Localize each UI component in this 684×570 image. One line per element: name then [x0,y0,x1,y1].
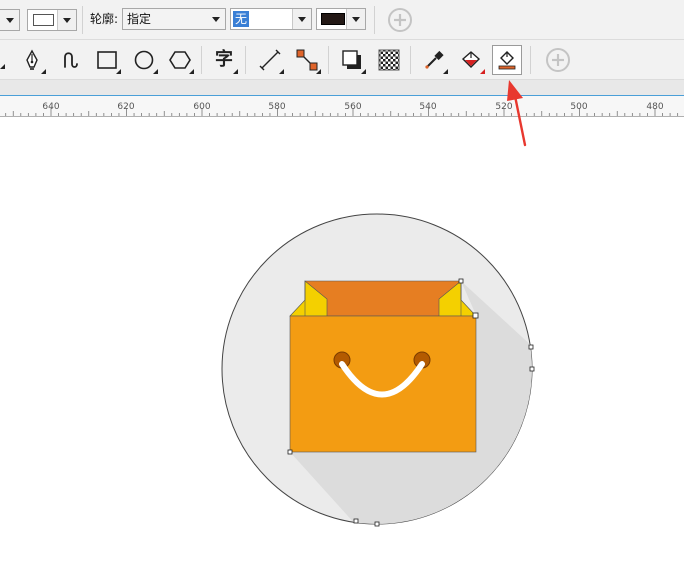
separator [201,46,202,74]
outline-style-dropdown-button[interactable] [207,9,225,29]
node-handle[interactable] [528,344,534,350]
smart-fill-tool[interactable] [492,45,522,75]
ruler-label: 600 [193,102,211,112]
checkerboard-icon [378,49,400,71]
node-handle[interactable] [458,278,464,284]
outline-label: 轮廓: [90,12,119,26]
toolbox-flyout-marker [0,64,5,69]
node-handle[interactable] [353,518,359,524]
ruler-label: 580 [268,102,286,112]
outline-color-swatch [321,13,345,25]
ruler-label: 480 [646,102,664,112]
separator [374,6,375,34]
ruler-label: 620 [117,102,135,112]
toolbox: 字 [0,40,684,80]
curve-icon [64,52,78,68]
add-tool-button[interactable] [545,47,571,73]
separator [328,46,329,74]
fill-color-value: 无 [233,11,250,27]
eyedropper-icon [425,50,444,69]
transparency-tool[interactable] [374,45,404,75]
connector-icon [296,49,318,71]
drop-shadow-tool[interactable] [337,45,367,75]
connector-tool[interactable] [292,45,322,75]
node-handle[interactable] [374,521,380,527]
node-handle[interactable] [287,449,293,455]
dimension-line-icon [259,49,281,71]
outline-color-dropdown[interactable] [316,8,366,30]
flyout-corner [116,69,121,74]
outline-style-dropdown[interactable]: 指定 [122,8,226,30]
property-bar: 轮廓: 指定 无 [0,0,684,40]
node-handle[interactable] [472,312,479,319]
text-icon: 字 [215,49,233,70]
separator [530,46,531,74]
outline-color-dropdown-button[interactable] [346,9,365,29]
chevron-down-icon [63,17,71,23]
color-eyedropper-tool[interactable] [419,45,449,75]
toolbar-gap [0,80,684,95]
flyout-corner [279,69,284,74]
flyout-corner [361,69,366,74]
plus-circle-icon [388,8,412,32]
bag-body[interactable] [289,315,477,453]
canvas-drawing [221,213,535,527]
ruler-label: 520 [495,102,513,112]
interactive-fill-tool[interactable] [456,45,486,75]
ruler-label: 640 [42,102,60,112]
parallel-dimension-tool[interactable] [255,45,285,75]
pen-tool[interactable] [17,45,47,75]
drawing-canvas[interactable] [0,117,684,570]
line-end-dropdown[interactable] [0,9,20,31]
fill-color-dropdown[interactable]: 无 [230,8,312,30]
paint-bucket-icon [461,51,481,68]
fill-swatch-dropdown-button[interactable] [57,10,76,30]
hexagon-icon [169,51,191,69]
ellipse-tool[interactable] [129,45,159,75]
flyout-corner [443,69,448,74]
chevron-down-icon [5,17,14,23]
artistic-media-tool[interactable] [55,45,85,75]
flyout-corner [316,69,321,74]
rectangle-tool[interactable] [92,45,122,75]
fill-color-dropdown-button[interactable] [292,9,311,29]
flyout-corner [233,69,238,74]
chevron-down-icon [212,16,220,22]
plus-circle-icon [546,48,570,72]
drop-shadow-icon [342,50,361,69]
corel-draw-window: 轮廓: 指定 无 字 640 620 600 580 560 540 520 5… [0,0,684,570]
ruler-label: 540 [419,102,437,112]
separator [410,46,411,74]
chevron-down-icon [352,16,360,22]
empty-swatch [33,14,54,26]
separator [82,6,83,34]
smart-fill-icon [498,51,516,70]
fill-swatch-dropdown[interactable] [27,9,77,31]
ellipse-icon [134,50,154,70]
node-handle[interactable] [529,366,535,372]
horizontal-ruler[interactable]: 640 620 600 580 560 540 520 500 480 [0,95,684,117]
chevron-down-icon [298,16,306,22]
text-tool[interactable]: 字 [209,45,239,75]
flyout-corner [189,69,194,74]
flyout-corner [153,69,158,74]
polygon-tool[interactable] [165,45,195,75]
flyout-corner [41,69,46,74]
ruler-label: 560 [344,102,362,112]
ruler-label: 500 [570,102,588,112]
separator [245,46,246,74]
bag-back-panel[interactable] [304,280,462,317]
pen-nib-icon [26,49,38,70]
add-property-button[interactable] [387,7,413,33]
outline-style-value: 指定 [127,12,152,26]
rectangle-icon [97,51,117,69]
flyout-corner [480,69,485,74]
